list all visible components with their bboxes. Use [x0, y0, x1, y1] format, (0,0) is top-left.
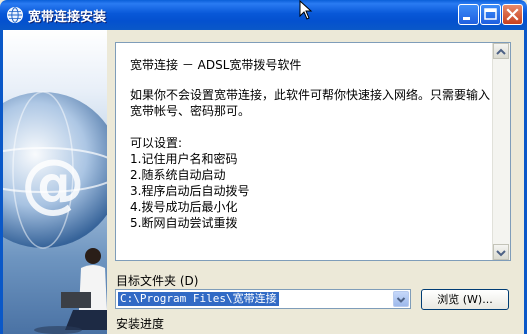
- mouse-cursor-icon: [299, 0, 313, 20]
- banner-image: @: [3, 30, 107, 334]
- scroll-up-button[interactable]: [493, 43, 509, 59]
- browse-button[interactable]: 浏览 (W)...: [421, 289, 509, 310]
- title-bar[interactable]: 宽带连接安装: [0, 0, 527, 30]
- app-icon: [7, 7, 23, 23]
- chevron-up-icon: [496, 48, 506, 55]
- maximize-icon: [484, 8, 497, 20]
- info-text: 宽带连接 － ADSL宽带拨号软件 如果你不会设置宽带连接，此软件可帮你快速接入…: [130, 57, 490, 231]
- target-folder-combobox[interactable]: C:\Program Files\宽带连接: [115, 289, 411, 309]
- feature-item: 4.拨号成功后最小化: [130, 200, 238, 214]
- vertical-scrollbar[interactable]: [492, 43, 510, 260]
- minimize-button[interactable]: [458, 4, 479, 25]
- chevron-down-icon: [496, 250, 506, 257]
- minimize-icon: [463, 17, 470, 20]
- chevron-down-icon: [396, 297, 406, 303]
- feature-item: 3.程序启动后自动拨号: [130, 184, 250, 198]
- features-heading: 可以设置:: [130, 136, 183, 150]
- info-description: 如果你不会设置宽带连接，此软件可帮你快速接入网络。只需要输入宽带帐号、密码那可。: [130, 88, 491, 118]
- close-button[interactable]: [502, 4, 523, 25]
- window-title: 宽带连接安装: [28, 10, 107, 25]
- folder-dropdown-button[interactable]: [393, 291, 409, 307]
- maximize-button[interactable]: [480, 4, 501, 25]
- svg-text:@: @: [21, 147, 85, 221]
- feature-item: 1.记住用户名和密码: [130, 152, 238, 166]
- close-icon: [506, 8, 519, 21]
- feature-item: 5.断网自动尝试重拨: [130, 216, 238, 230]
- scroll-down-button[interactable]: [493, 244, 509, 260]
- feature-item: 2.随系统自动启动: [130, 168, 226, 182]
- info-heading: 宽带连接 － ADSL宽带拨号软件: [130, 58, 302, 72]
- target-folder-value: C:\Program Files\宽带连接: [118, 292, 279, 306]
- progress-label: 安装进度: [116, 317, 165, 331]
- target-folder-label: 目标文件夹 (D): [116, 274, 199, 288]
- info-textarea[interactable]: 宽带连接 － ADSL宽带拨号软件 如果你不会设置宽带连接，此软件可帮你快速接入…: [115, 42, 511, 261]
- globe-graphic: @: [3, 91, 107, 334]
